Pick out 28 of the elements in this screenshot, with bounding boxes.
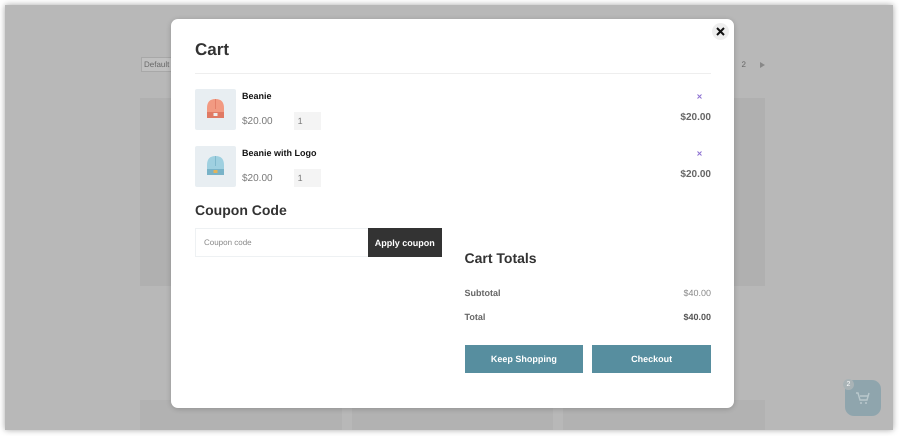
product-price: $20.00 <box>242 116 273 126</box>
remove-icon <box>697 94 702 99</box>
remove-icon <box>697 151 702 156</box>
remove-button[interactable] <box>695 149 704 158</box>
checkout-button[interactable]: Checkout <box>592 345 711 373</box>
product-name: Beanie with Logo <box>242 148 318 158</box>
cart-icon <box>855 391 871 405</box>
section-heading: Coupon Code <box>195 201 288 219</box>
close-icon <box>716 27 725 36</box>
sort-select[interactable]: Default <box>141 57 173 72</box>
line-total: $20.00 <box>680 169 711 180</box>
apply-coupon-button[interactable]: Apply coupon <box>368 228 442 257</box>
line-total: $20.00 <box>680 112 711 123</box>
product-price: $20.00 <box>242 172 273 184</box>
close-button[interactable] <box>712 23 729 40</box>
keep-shopping-button[interactable]: Keep Shopping <box>464 345 584 373</box>
totals-label: Total <box>464 312 486 322</box>
quantity-field[interactable]: 1 <box>294 112 321 130</box>
coupon-field[interactable]: Coupon code <box>195 228 368 257</box>
remove-button[interactable] <box>695 92 704 101</box>
page-link[interactable]: 2 <box>742 60 746 69</box>
totals-value: $40.00 <box>683 312 711 322</box>
quantity-field[interactable]: 1 <box>294 169 321 187</box>
totals-label: Subtotal <box>464 288 500 298</box>
dialog-title: Cart <box>195 39 230 61</box>
totals-value: $40.00 <box>683 288 711 298</box>
product-name: Beanie <box>242 91 273 101</box>
section-heading: Cart Totals <box>464 249 538 267</box>
